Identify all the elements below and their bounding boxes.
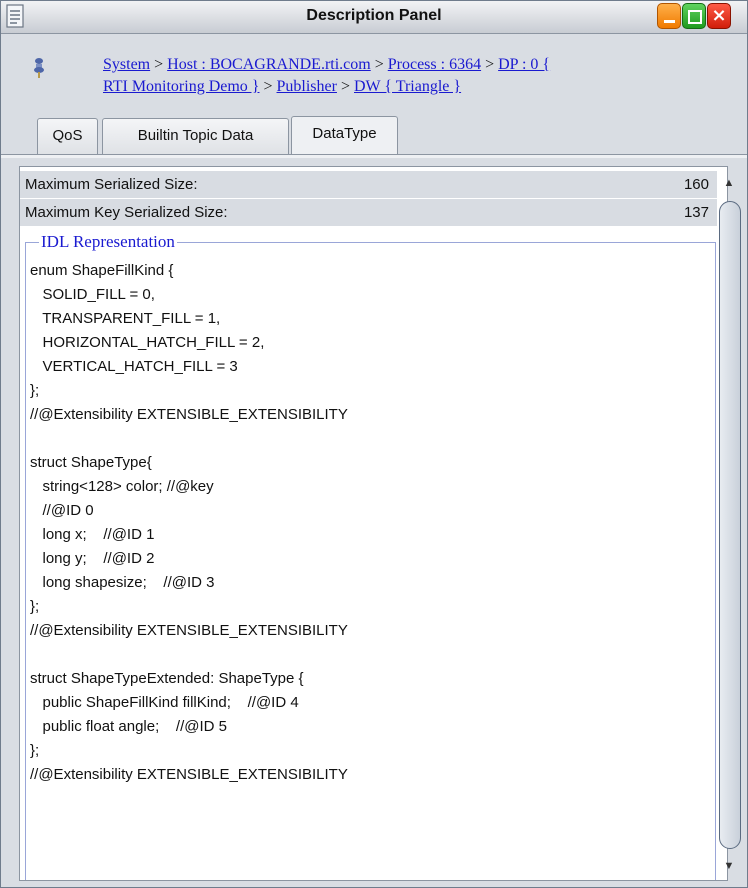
description-panel-window: Description Panel × System > Host : BOCA… [0,0,748,888]
scroll-up-arrow[interactable]: ▲ [719,173,739,193]
max-key-serialized-size-value: 137 [683,204,709,221]
breadcrumb-separator: > [259,78,277,95]
max-key-serialized-size-label: Maximum Key Serialized Size: [25,204,228,221]
scroll-down-arrow[interactable]: ▼ [719,856,739,876]
window-title: Description Panel [306,7,442,24]
breadcrumb-link[interactable]: Publisher [277,78,337,95]
breadcrumb-separator: > [370,56,388,73]
breadcrumb-link[interactable]: System [103,56,150,73]
scrollbar-thumb[interactable] [719,201,741,849]
datawriter-icon [34,58,44,78]
close-icon: × [711,5,727,26]
tab-qos[interactable]: QoS [37,118,98,154]
max-serialized-size-value: 160 [683,176,709,193]
breadcrumb-link[interactable]: DW { Triangle } [354,78,461,95]
tab-divider [1,154,747,158]
maximize-button[interactable] [682,3,706,29]
breadcrumb: System > Host : BOCAGRANDE.rti.com > Pro… [103,54,743,98]
breadcrumb-separator: > [481,56,499,73]
tab-builtin-topic-data[interactable]: Builtin Topic Data [102,118,289,154]
max-serialized-size-row: Maximum Serialized Size: 160 [20,171,717,198]
datatype-content: Maximum Serialized Size: 160 Maximum Key… [19,166,728,881]
close-button[interactable]: × [707,3,731,29]
title-bar[interactable]: Description Panel × [1,1,747,34]
breadcrumb-link[interactable]: DP : 0 { [498,56,550,73]
tab-datatype[interactable]: DataType [291,116,398,155]
breadcrumb-link[interactable]: Process : 6364 [388,56,481,73]
minimize-button[interactable] [657,3,681,29]
breadcrumb-link[interactable]: RTI Monitoring Demo } [103,78,259,95]
idl-code[interactable]: enum ShapeFillKind { SOLID_FILL = 0, TRA… [30,259,348,787]
breadcrumb-separator: > [150,56,168,73]
breadcrumb-separator: > [336,78,354,95]
max-key-serialized-size-row: Maximum Key Serialized Size: 137 [20,199,717,226]
max-serialized-size-label: Maximum Serialized Size: [25,176,198,193]
breadcrumb-link[interactable]: Host : BOCAGRANDE.rti.com [167,56,371,73]
idl-representation-legend: IDL Representation [39,232,177,252]
